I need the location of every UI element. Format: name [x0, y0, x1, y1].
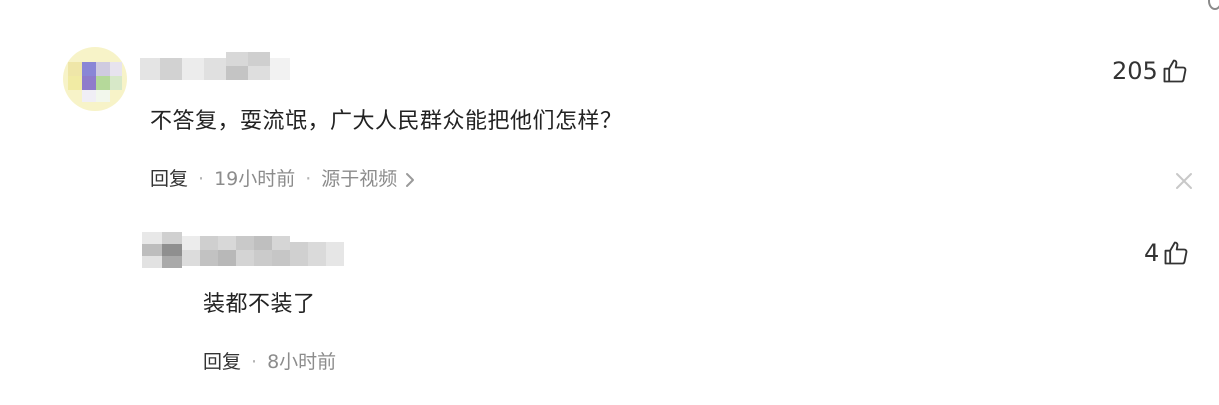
reply-button[interactable]: 回复: [150, 168, 188, 190]
reply-avatar[interactable]: [142, 232, 182, 268]
reply-like-button[interactable]: 4: [1144, 239, 1190, 267]
separator-dot: ·: [305, 168, 312, 190]
reply-button[interactable]: 回复: [203, 351, 241, 373]
redacted-name-icon: [140, 52, 290, 80]
source-link[interactable]: 源于视频: [321, 168, 415, 190]
comment-text: 不答复，耍流氓，广大人民群众能把他们怎样？: [150, 109, 623, 134]
source-label: 源于视频: [321, 168, 398, 190]
like-button[interactable]: 205: [1112, 57, 1189, 85]
comment-time: 19小时前: [214, 168, 296, 190]
avatar[interactable]: [62, 46, 128, 112]
window-edge-icon: [1208, 0, 1219, 10]
comment-meta: 回复 · 19小时前 · 源于视频: [150, 170, 415, 189]
reply-time: 8小时前: [267, 351, 337, 373]
like-count: 4: [1144, 239, 1160, 267]
close-icon[interactable]: [1173, 170, 1195, 192]
redacted-avatar-icon: [63, 47, 127, 111]
separator-dot: ·: [198, 168, 205, 190]
reply-username-redacted[interactable]: [182, 236, 344, 266]
reply-text: 装都不装了: [203, 292, 316, 317]
redacted-name-icon: [182, 236, 344, 266]
separator-dot: ·: [251, 351, 258, 373]
reply-meta: 回复 · 8小时前: [203, 353, 336, 372]
thumbs-up-icon: [1164, 241, 1188, 265]
chevron-right-icon: [406, 172, 415, 187]
username-redacted[interactable]: [140, 52, 290, 82]
like-count: 205: [1112, 57, 1158, 85]
thumbs-up-icon: [1163, 59, 1187, 83]
redacted-avatar-icon: [142, 232, 182, 268]
